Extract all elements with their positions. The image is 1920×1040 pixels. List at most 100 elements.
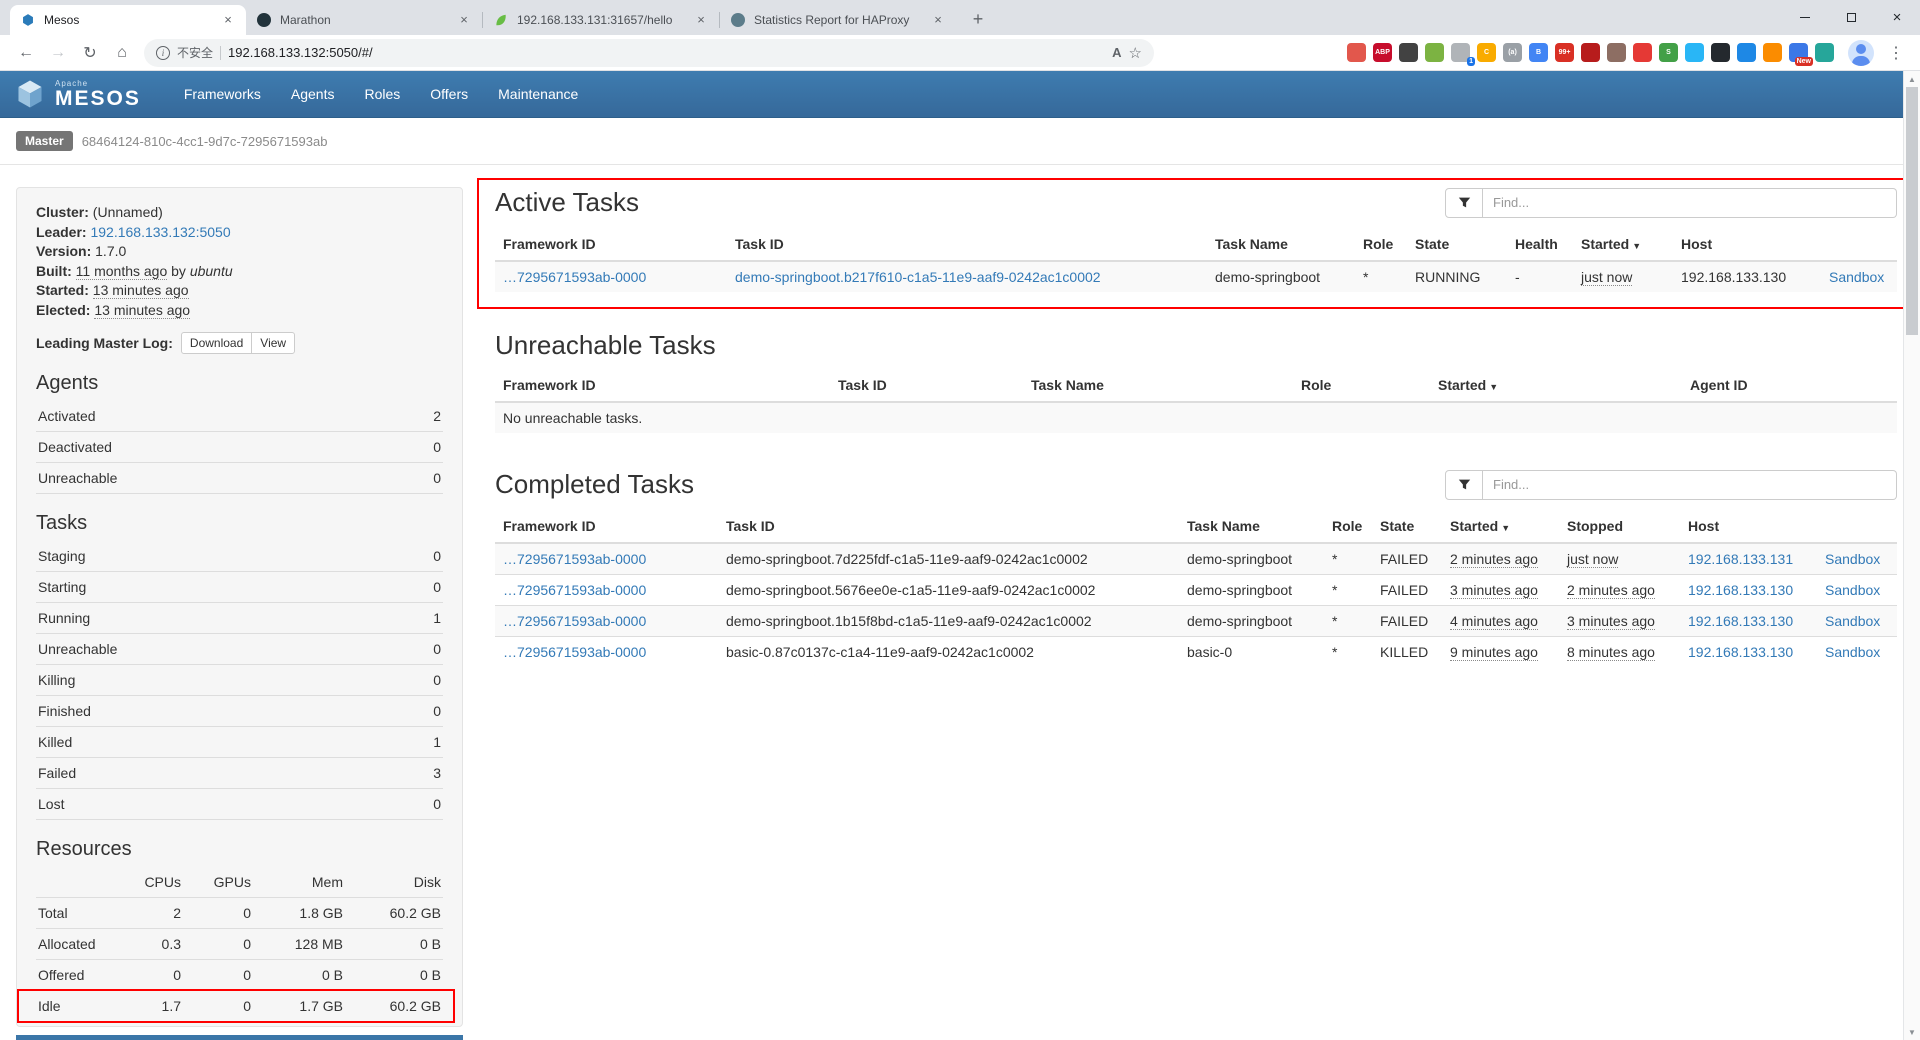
extension-icon[interactable] — [1711, 43, 1730, 62]
framework-id-link[interactable]: …7295671593ab-0000 — [503, 551, 646, 567]
col-framework-id[interactable]: Framework ID — [495, 510, 718, 543]
extension-icon[interactable] — [1607, 43, 1626, 62]
bookmark-star-icon[interactable]: ☆ — [1129, 44, 1142, 62]
tab-mesos[interactable]: Mesos × — [10, 5, 246, 35]
mesos-logo[interactable]: Apache MESOS — [14, 78, 141, 110]
host-link[interactable]: 192.168.133.131 — [1688, 551, 1793, 567]
extension-icon[interactable]: ABP — [1373, 43, 1392, 62]
extension-icon[interactable] — [1815, 43, 1834, 62]
col-state[interactable]: State — [1372, 510, 1442, 543]
find-input[interactable] — [1483, 470, 1897, 500]
nav-item-frameworks[interactable]: Frameworks — [169, 71, 276, 118]
log-view-button[interactable]: View — [251, 332, 295, 354]
extension-icon[interactable]: C — [1477, 43, 1496, 62]
scroll-down-icon[interactable]: ▼ — [1908, 1024, 1916, 1040]
col-host[interactable]: Host — [1673, 228, 1821, 261]
new-tab-button[interactable]: + — [964, 5, 992, 33]
tab-close-icon[interactable]: × — [220, 12, 236, 28]
sandbox-link[interactable]: Sandbox — [1829, 269, 1884, 285]
mesos-page: Apache MESOS Frameworks Agents Roles Off… — [0, 71, 1903, 1040]
tab-close-icon[interactable]: × — [456, 12, 472, 28]
col-role[interactable]: Role — [1293, 369, 1430, 402]
col-started[interactable]: Started▼ — [1430, 369, 1682, 402]
col-framework-id[interactable]: Framework ID — [495, 228, 727, 261]
nav-item-offers[interactable]: Offers — [415, 71, 483, 118]
col-started[interactable]: Started▼ — [1573, 228, 1673, 261]
filter-icon-button[interactable] — [1445, 470, 1483, 500]
col-task-name[interactable]: Task Name — [1179, 510, 1324, 543]
filter-icon-button[interactable] — [1445, 188, 1483, 218]
extension-icon[interactable]: (a) — [1503, 43, 1522, 62]
extension-icon[interactable] — [1737, 43, 1756, 62]
col-task-name[interactable]: Task Name — [1207, 228, 1355, 261]
address-bar[interactable]: i 不安全 192.168.133.132:5050/#/ A ☆ — [144, 39, 1154, 67]
extension-icon[interactable]: S — [1659, 43, 1678, 62]
col-framework-id[interactable]: Framework ID — [495, 369, 830, 402]
col-task-id[interactable]: Task ID — [727, 228, 1207, 261]
tab-close-icon[interactable]: × — [930, 12, 946, 28]
sandbox-link[interactable]: Sandbox — [1825, 613, 1880, 629]
find-input[interactable] — [1483, 188, 1897, 218]
tab-haproxy-stats[interactable]: Statistics Report for HAProxy × — [720, 5, 956, 35]
sandbox-link[interactable]: Sandbox — [1825, 582, 1880, 598]
host-link[interactable]: 192.168.133.130 — [1688, 644, 1793, 660]
forward-icon[interactable]: → — [44, 39, 72, 67]
host-link[interactable]: 192.168.133.130 — [1688, 613, 1793, 629]
col-role[interactable]: Role — [1355, 228, 1407, 261]
col-stopped[interactable]: Stopped — [1559, 510, 1680, 543]
log-download-button[interactable]: Download — [181, 332, 252, 354]
framework-id-link[interactable]: …7295671593ab-0000 — [503, 582, 646, 598]
extension-icon[interactable] — [1581, 43, 1600, 62]
scroll-up-icon[interactable]: ▲ — [1908, 71, 1916, 87]
leader-link[interactable]: 192.168.133.132:5050 — [90, 224, 230, 240]
extension-icon[interactable] — [1763, 43, 1782, 62]
col-task-id[interactable]: Task ID — [718, 510, 1179, 543]
stat-label: Finished — [38, 703, 91, 719]
refresh-icon[interactable]: ↻ — [76, 39, 104, 67]
sandbox-link[interactable]: Sandbox — [1825, 644, 1880, 660]
col-started[interactable]: Started▼ — [1442, 510, 1559, 543]
col-task-id[interactable]: Task ID — [830, 369, 1023, 402]
tab-close-icon[interactable]: × — [693, 12, 709, 28]
sandbox-link[interactable]: Sandbox — [1825, 551, 1880, 567]
no-unreachable-tasks-text: No unreachable tasks. — [495, 402, 1897, 433]
extension-icon[interactable]: New — [1789, 43, 1808, 62]
task-id-link[interactable]: demo-springboot.b217f610-c1a5-11e9-aaf9-… — [735, 269, 1101, 285]
home-icon[interactable]: ⌂ — [108, 39, 136, 67]
extension-icon[interactable] — [1685, 43, 1704, 62]
translate-icon[interactable]: A — [1112, 45, 1121, 60]
col-role[interactable]: Role — [1324, 510, 1372, 543]
table-row: …7295671593ab-0000 demo-springboot.5676e… — [495, 575, 1897, 606]
nav-item-agents[interactable]: Agents — [276, 71, 350, 118]
col-host[interactable]: Host — [1680, 510, 1817, 543]
tab-marathon[interactable]: Marathon × — [246, 5, 482, 35]
back-icon[interactable]: ← — [12, 39, 40, 67]
profile-avatar[interactable] — [1848, 40, 1874, 66]
tab-spring-hello[interactable]: 192.168.133.131:31657/hello × — [483, 5, 719, 35]
host-link[interactable]: 192.168.133.130 — [1688, 582, 1793, 598]
extension-icon[interactable]: 1 — [1451, 43, 1470, 62]
minimize-button[interactable] — [1782, 0, 1828, 34]
col-agent-id[interactable]: Agent ID — [1682, 369, 1897, 402]
extension-icon[interactable]: 99+ — [1555, 43, 1574, 62]
col-state[interactable]: State — [1407, 228, 1507, 261]
maximize-button[interactable] — [1828, 0, 1874, 34]
extension-icon[interactable] — [1399, 43, 1418, 62]
col-health[interactable]: Health — [1507, 228, 1573, 261]
framework-id-link[interactable]: …7295671593ab-0000 — [503, 269, 646, 285]
extension-icon[interactable] — [1425, 43, 1444, 62]
nav-item-roles[interactable]: Roles — [349, 71, 415, 118]
extension-icon[interactable]: B — [1529, 43, 1548, 62]
scrollbar[interactable]: ▲ ▼ — [1903, 71, 1920, 1040]
extension-icon[interactable] — [1347, 43, 1366, 62]
scrollbar-thumb[interactable] — [1906, 87, 1918, 335]
extension-icon[interactable] — [1633, 43, 1652, 62]
framework-id-link[interactable]: …7295671593ab-0000 — [503, 613, 646, 629]
col-task-name[interactable]: Task Name — [1023, 369, 1293, 402]
close-button[interactable]: × — [1874, 0, 1920, 34]
nav-item-maintenance[interactable]: Maintenance — [483, 71, 593, 118]
framework-id-link[interactable]: …7295671593ab-0000 — [503, 644, 646, 660]
browser-menu-icon[interactable]: ⋮ — [1888, 43, 1904, 63]
info-icon[interactable]: i — [156, 46, 170, 60]
url-text[interactable]: 192.168.133.132:5050/#/ — [228, 45, 1105, 60]
